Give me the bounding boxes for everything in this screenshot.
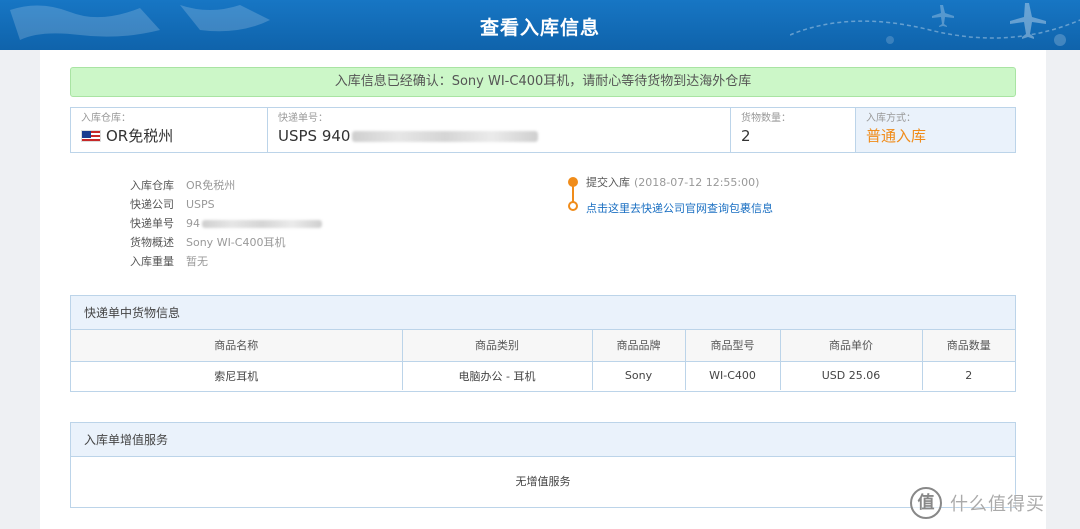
top-header-bar: 查看入库信息	[0, 0, 1080, 50]
detail-value: 94	[186, 217, 200, 230]
us-flag-icon	[81, 130, 101, 142]
detail-row: 货物概述 Sony WI-C400耳机	[130, 233, 322, 252]
detail-key: 快递单号	[130, 217, 174, 230]
detail-value: 暂无	[186, 255, 208, 268]
watermark-logo-icon: 值	[910, 487, 942, 519]
quantity-label: 货物数量：	[741, 113, 791, 124]
timeline-dot-hollow-icon	[568, 201, 578, 211]
warehouse-label: 入库仓库：	[81, 113, 131, 124]
summary-warehouse: 入库仓库： OR免税州	[71, 108, 268, 152]
table-row: 索尼耳机 电脑办公 - 耳机 Sony WI-C400 USD 25.06 2	[71, 361, 1015, 390]
timeline-event: 提交入库	[586, 176, 630, 189]
table-cell: USD 25.06	[780, 361, 923, 390]
detail-row: 快递公司 USPS	[130, 195, 322, 214]
value-added-services-box: 入库单增值服务 无增值服务	[70, 422, 1016, 508]
detail-value: OR免税州	[186, 179, 236, 192]
services-title: 入库单增值服务	[71, 423, 1015, 457]
quantity-value: 2	[741, 127, 751, 145]
summary-bar: 入库仓库： OR免税州 快递单号： USPS 940 货物数量： 2 入库方式：…	[70, 107, 1016, 153]
table-header-row: 商品名称 商品类别 商品品牌 商品型号 商品单价 商品数量	[71, 330, 1015, 362]
column-header: 商品类别	[402, 330, 593, 362]
method-value: 普通入库	[866, 127, 927, 145]
watermark: 值 什么值得买	[910, 487, 1045, 519]
summary-tracking: 快递单号： USPS 940	[268, 108, 731, 152]
detail-row: 快递单号 94	[130, 214, 322, 233]
summary-quantity: 货物数量： 2	[731, 108, 856, 152]
column-header: 商品型号	[685, 330, 781, 362]
table-cell: 2	[965, 369, 973, 383]
column-header: 商品单价	[780, 330, 923, 362]
table-cell: 电脑办公 - 耳机	[402, 361, 593, 390]
goods-info-title: 快递单中货物信息	[71, 296, 1015, 330]
detail-key: 货物概述	[130, 236, 174, 249]
table-cell: 索尼耳机	[71, 361, 403, 390]
summary-method: 入库方式： 普通入库	[856, 108, 1015, 152]
timeline-dot-filled-icon	[568, 177, 578, 187]
main-panel: 入库信息已经确认：Sony WI-C400耳机，请耐心等待货物到达海外仓库 入库…	[40, 50, 1046, 529]
detail-key: 入库仓库	[130, 179, 174, 192]
detail-key: 入库重量	[130, 255, 174, 268]
detail-row: 入库重量 暂无	[130, 252, 322, 271]
column-header: 商品名称	[71, 330, 403, 362]
services-empty-text: 无增值服务	[515, 475, 571, 488]
tracking-value: USPS 940	[278, 127, 351, 145]
detail-key: 快递公司	[130, 198, 174, 211]
confirmation-notice: 入库信息已经确认：Sony WI-C400耳机，请耐心等待货物到达海外仓库	[70, 67, 1016, 97]
page-title: 查看入库信息	[479, 17, 600, 39]
detail-row: 入库仓库 OR免税州	[130, 176, 322, 195]
column-header: 商品数量	[922, 330, 1015, 362]
table-cell: WI-C400	[685, 361, 781, 390]
timeline-time: (2018-07-12 12:55:00)	[634, 176, 760, 189]
warehouse-value: OR免税州	[106, 127, 174, 145]
goods-info-box: 快递单中货物信息 商品名称 商品类别 商品品牌 商品型号 商品单价 商品数量 索…	[70, 295, 1016, 392]
tracking-label: 快递单号：	[278, 113, 328, 124]
goods-table: 商品名称 商品类别 商品品牌 商品型号 商品单价 商品数量 索尼耳机 电脑办公 …	[71, 330, 1015, 390]
method-label: 入库方式：	[866, 113, 916, 124]
detail-value: USPS	[186, 198, 215, 211]
track-package-link[interactable]: 点击这里去快递公司官网查询包裹信息	[586, 200, 773, 216]
watermark-text: 什么值得买	[950, 494, 1045, 515]
detail-list: 入库仓库 OR免税州 快递公司 USPS 快递单号 94 货物概述 Sony W…	[130, 176, 322, 271]
column-header: 商品品牌	[592, 330, 686, 362]
redacted-tracking	[352, 130, 539, 142]
redacted-tracking	[202, 219, 322, 228]
detail-value: Sony WI-C400耳机	[186, 236, 286, 249]
table-cell: Sony	[592, 361, 686, 390]
